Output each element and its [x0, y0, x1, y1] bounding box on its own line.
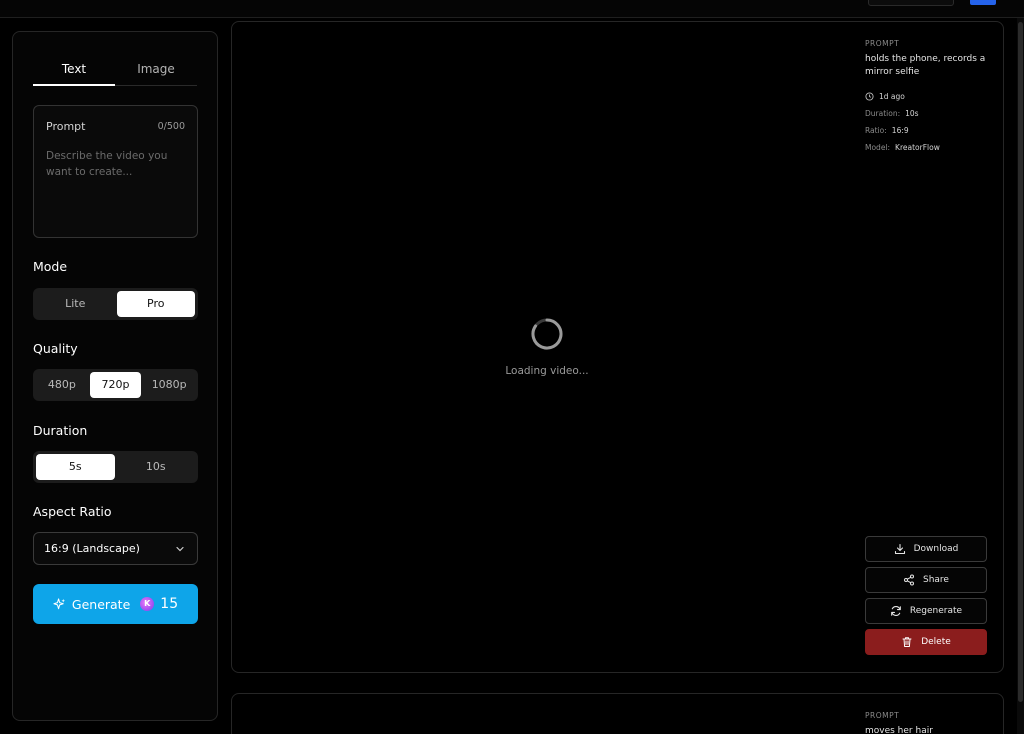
meta-ratio-value: 16:9	[891, 126, 909, 135]
page-scrollbar[interactable]	[1017, 18, 1024, 734]
video-2-prompt-text: moves her hair	[865, 726, 933, 734]
meta-model-value: KreatorFlow	[895, 143, 940, 152]
meta-time-ago: 1d ago	[879, 92, 905, 101]
quality-selector: 480p 720p 1080p	[33, 369, 198, 401]
meta-model-label: Model:	[865, 143, 891, 152]
quality-option-720p[interactable]: 720p	[89, 372, 142, 398]
quality-option-480p[interactable]: 480p	[36, 372, 88, 398]
clock-icon	[865, 92, 874, 101]
generate-label: Generate	[71, 596, 131, 612]
quality-title: Quality	[33, 341, 78, 356]
prompt-label: Prompt	[46, 120, 86, 133]
share-label: Share	[923, 575, 949, 585]
download-icon	[894, 543, 905, 555]
aspect-ratio-value: 16:9 (Landscape)	[44, 542, 140, 555]
download-label: Download	[913, 544, 959, 554]
meta-duration-label: Duration:	[865, 109, 901, 118]
duration-option-5s[interactable]: 5s	[36, 454, 115, 480]
scrollbar-thumb[interactable]	[1018, 22, 1023, 702]
meta-time-row: 1d ago	[865, 92, 990, 101]
prompt-char-count: 0/500	[157, 121, 185, 132]
topbar-secondary-button[interactable]	[868, 0, 954, 6]
meta-duration-value: 10s	[905, 109, 919, 118]
aspect-ratio-select[interactable]: 16:9 (Landscape)	[33, 532, 198, 565]
mode-option-pro[interactable]: Pro	[116, 291, 195, 317]
topbar-primary-button[interactable]	[970, 0, 996, 5]
quality-option-1080p[interactable]: 1080p	[143, 372, 195, 398]
video-2-meta: PROMPT moves her hair	[865, 711, 990, 734]
meta-prompt-label: PROMPT	[865, 39, 900, 48]
generate-button[interactable]: Generate K 15	[33, 584, 198, 624]
video-meta: PROMPT holds the phone, records a mirror…	[865, 39, 990, 152]
mode-selector: Lite Pro	[33, 288, 198, 320]
input-type-tabs: Text Image	[33, 58, 197, 86]
mode-option-lite[interactable]: Lite	[36, 291, 115, 317]
meta-prompt-text: holds the phone, records a mirror selfie	[865, 54, 986, 77]
regenerate-label: Regenerate	[909, 606, 963, 616]
chevron-down-icon	[176, 546, 184, 552]
share-button[interactable]: Share	[865, 567, 987, 593]
meta-ratio-row: Ratio: 16:9	[865, 126, 990, 135]
download-button[interactable]: Download	[865, 536, 987, 562]
share-icon	[904, 574, 914, 586]
loading-spinner-icon	[531, 318, 563, 350]
top-bar	[0, 0, 1024, 18]
delete-label: Delete	[921, 637, 951, 647]
meta-duration-row: Duration: 10s	[865, 109, 990, 118]
tab-text[interactable]: Text	[33, 58, 115, 86]
video-card-2: PROMPT moves her hair	[231, 693, 1004, 734]
refresh-icon	[891, 606, 901, 616]
regenerate-button[interactable]: Regenerate	[865, 598, 987, 624]
tab-image[interactable]: Image	[115, 58, 197, 85]
generate-credit-cost: 15	[160, 596, 179, 612]
duration-selector: 5s 10s	[33, 451, 198, 483]
video-card: Loading video... PROMPT holds the phone,…	[231, 21, 1004, 673]
duration-option-10s[interactable]: 10s	[117, 454, 196, 480]
meta-model-row: Model: KreatorFlow	[865, 143, 990, 152]
delete-button[interactable]: Delete	[865, 629, 987, 655]
duration-title: Duration	[33, 423, 88, 438]
credit-coin-icon: K	[140, 597, 155, 611]
loading-video-text: Loading video...	[505, 365, 589, 377]
sparkles-icon	[53, 597, 65, 609]
prompt-box: Prompt 0/500	[33, 105, 198, 238]
generator-sidebar: Text Image Prompt 0/500 Mode Lite Pro Qu…	[12, 31, 218, 721]
meta-ratio-label: Ratio:	[865, 126, 887, 135]
mode-title: Mode	[33, 259, 68, 274]
aspect-ratio-title: Aspect Ratio	[33, 504, 112, 519]
video-2-prompt-label: PROMPT	[865, 711, 900, 720]
prompt-input[interactable]	[46, 148, 186, 228]
trash-icon	[902, 637, 912, 647]
